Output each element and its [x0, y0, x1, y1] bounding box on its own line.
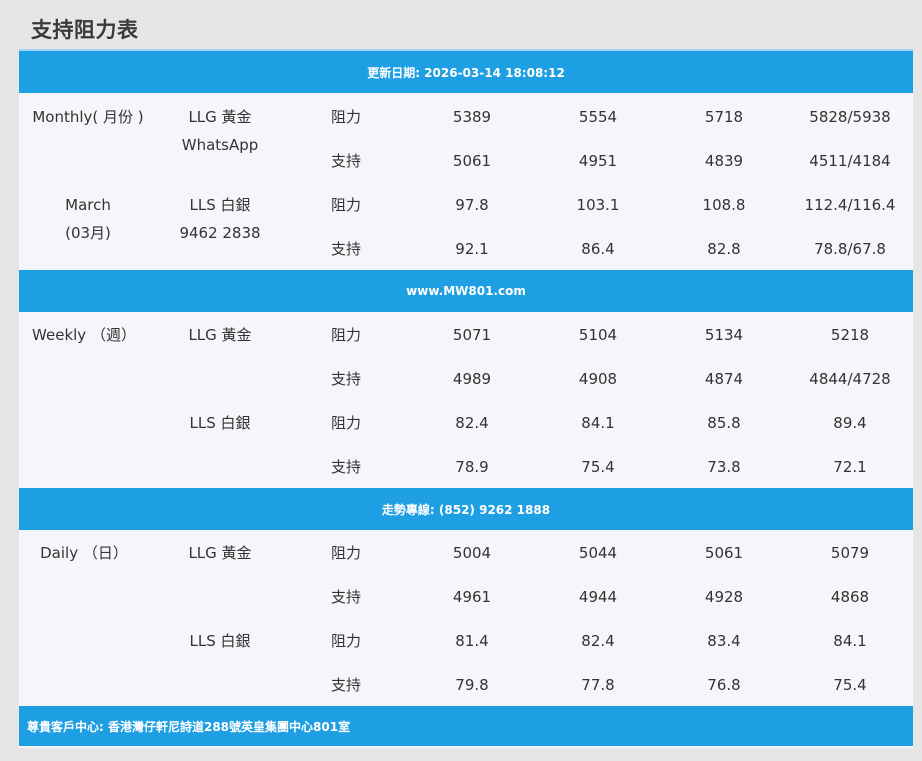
- value-cell: 76.8: [707, 676, 741, 694]
- row-type-label: 支持: [330, 676, 362, 694]
- value-cell: 4511/4184: [809, 152, 891, 170]
- value-cell: 82.4: [581, 632, 615, 650]
- value-cell: 4868: [830, 588, 870, 606]
- row-type-label: 支持: [330, 458, 362, 476]
- value-cell: 82.4: [455, 414, 489, 432]
- monthly-month-label: March: [65, 196, 111, 214]
- value-cell: 103.1: [576, 196, 620, 214]
- value-cell: 83.4: [707, 632, 741, 650]
- value-cell: 97.8: [455, 196, 489, 214]
- row-type-label: 阻力: [330, 196, 362, 214]
- value-cell: 5061: [704, 544, 744, 562]
- value-cell: 5071: [452, 326, 492, 344]
- monthly-silver-label: LLS 白銀: [189, 196, 251, 214]
- website-banner[interactable]: www.MW801.com: [19, 270, 913, 312]
- value-cell: 5004: [452, 544, 492, 562]
- value-cell: 86.4: [581, 240, 615, 258]
- value-cell: 112.4/116.4: [804, 196, 896, 214]
- daily-gold-label: LLG 黃金: [188, 544, 252, 562]
- value-cell: 78.9: [455, 458, 489, 476]
- value-cell: 4844/4728: [809, 370, 891, 388]
- value-cell: 89.4: [833, 414, 867, 432]
- row-type-label: 支持: [330, 370, 362, 388]
- value-cell: 4944: [578, 588, 618, 606]
- value-cell: 5044: [578, 544, 618, 562]
- value-cell: 5104: [578, 326, 618, 344]
- value-cell: 5828/5938: [809, 108, 891, 126]
- value-cell: 84.1: [833, 632, 867, 650]
- value-cell: 5554: [578, 108, 618, 126]
- address-banner: 尊貴客戶中心: 香港灣仔軒尼詩道288號英皇集團中心801室: [19, 706, 913, 746]
- hotline-text: 走勢專線: (852) 9262 1888: [381, 502, 551, 517]
- value-cell: 92.1: [455, 240, 489, 258]
- value-cell: 72.1: [833, 458, 867, 476]
- website-link[interactable]: www.MW801.com: [406, 284, 526, 298]
- page-title: 支持阻力表: [31, 18, 139, 42]
- value-cell: 108.8: [702, 196, 746, 214]
- value-cell: 75.4: [833, 676, 867, 694]
- row-type-label: 支持: [330, 588, 362, 606]
- value-cell: 5389: [452, 108, 492, 126]
- row-type-label: 阻力: [330, 544, 362, 562]
- row-type-label: 支持: [330, 240, 362, 258]
- value-cell: 4961: [452, 588, 492, 606]
- daily-period-label: Daily （日）: [40, 544, 128, 562]
- row-type-label: 阻力: [330, 414, 362, 432]
- value-cell: 75.4: [581, 458, 615, 476]
- value-cell: 5718: [704, 108, 744, 126]
- value-cell: 5134: [704, 326, 744, 344]
- row-type-label: 支持: [330, 152, 362, 170]
- value-cell: 79.8: [455, 676, 489, 694]
- monthly-period-label: Monthly( 月份 ): [32, 108, 144, 126]
- value-cell: 4928: [704, 588, 744, 606]
- value-cell: 4839: [704, 152, 744, 170]
- value-cell: 5218: [830, 326, 870, 344]
- value-cell: 4951: [578, 152, 618, 170]
- update-date-text: 更新日期: 2026-03-14 18:08:12: [367, 65, 565, 80]
- value-cell: 85.8: [707, 414, 741, 432]
- whatsapp-phone[interactable]: 9462 2838: [179, 219, 260, 247]
- row-type-label: 阻力: [330, 326, 362, 344]
- hotline-banner: 走勢專線: (852) 9262 1888: [19, 488, 913, 530]
- weekly-silver-label: LLS 白銀: [189, 414, 251, 432]
- support-resistance-table: 更新日期: 2026-03-14 18:08:12 Monthly( 月份 ) …: [19, 49, 913, 748]
- weekly-gold-label: LLG 黃金: [188, 326, 252, 344]
- row-type-label: 阻力: [330, 108, 362, 126]
- monthly-gold-label: LLG 黃金: [188, 108, 252, 126]
- update-date-banner: 更新日期: 2026-03-14 18:08:12: [19, 51, 913, 93]
- value-cell: 5061: [452, 152, 492, 170]
- monthly-month-label-cn: (03月): [65, 224, 111, 242]
- value-cell: 73.8: [707, 458, 741, 476]
- value-cell: 77.8: [581, 676, 615, 694]
- value-cell: 4908: [578, 370, 618, 388]
- whatsapp-label: WhatsApp: [181, 136, 259, 154]
- value-cell: 4989: [452, 370, 492, 388]
- value-cell: 84.1: [581, 414, 615, 432]
- weekly-period-label: Weekly （週）: [32, 326, 136, 344]
- value-cell: 82.8: [707, 240, 741, 258]
- value-cell: 5079: [830, 544, 870, 562]
- value-cell: 78.8/67.8: [814, 240, 886, 258]
- value-cell: 81.4: [455, 632, 489, 650]
- daily-silver-label: LLS 白銀: [189, 632, 251, 650]
- value-cell: 4874: [704, 370, 744, 388]
- row-type-label: 阻力: [330, 632, 362, 650]
- address-text: 尊貴客戶中心: 香港灣仔軒尼詩道288號英皇集團中心801室: [27, 719, 351, 734]
